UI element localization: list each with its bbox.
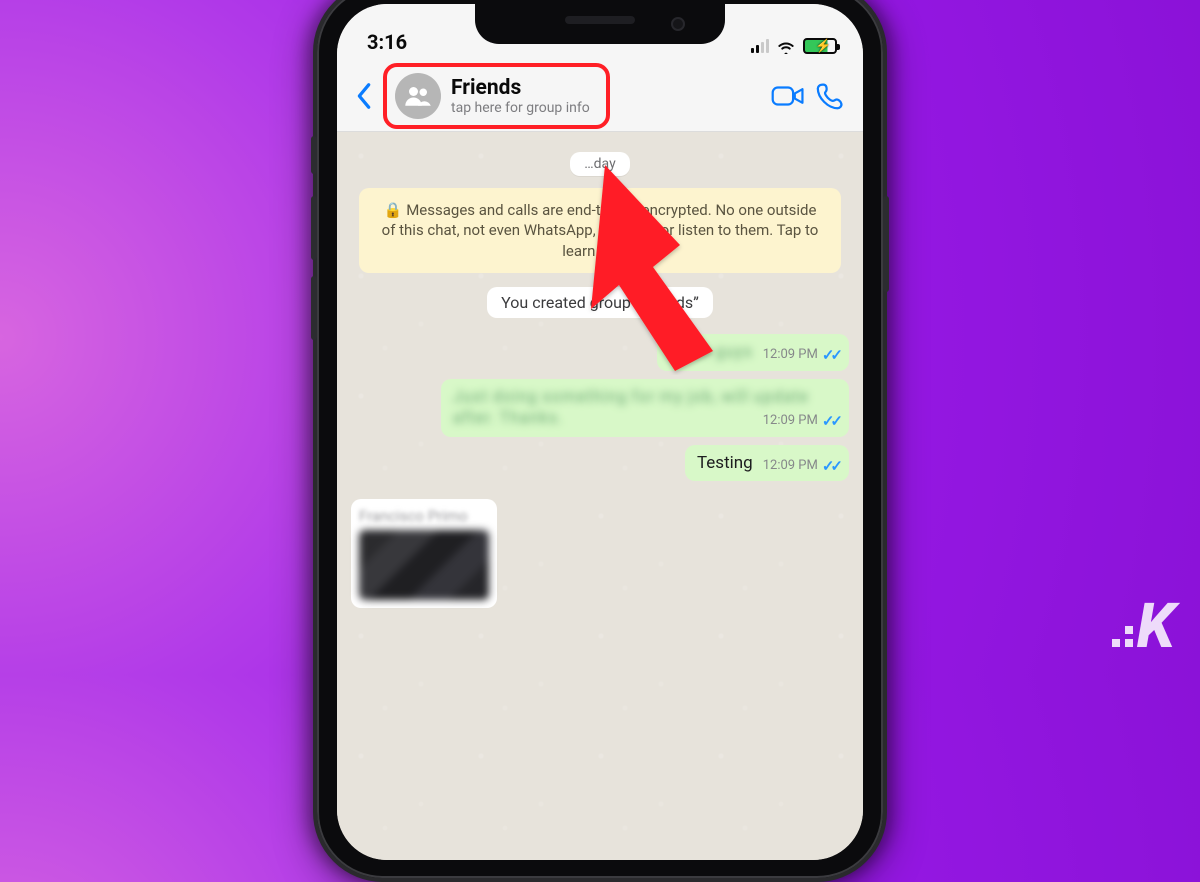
group-subtitle: tap here for group info xyxy=(451,100,590,116)
phone-mockup: 3:16 ⚡ xyxy=(313,0,887,882)
status-time: 3:16 xyxy=(367,30,407,54)
wifi-icon xyxy=(776,38,796,54)
message-row[interactable]: Just doing something for my job, will up… xyxy=(351,379,849,437)
sender-name: Francisco Primo xyxy=(359,507,489,526)
group-avatar-icon xyxy=(395,73,441,119)
voice-call-button[interactable] xyxy=(809,75,851,117)
screen: 3:16 ⚡ xyxy=(337,4,863,860)
notch xyxy=(475,4,725,44)
read-ticks-icon: ✓✓ xyxy=(822,346,839,365)
watermark-logo: K xyxy=(1112,590,1172,663)
message-row[interactable]: Testing 12:09 PM ✓✓ xyxy=(351,445,849,482)
message-time: 12:09 PM xyxy=(763,413,818,429)
group-title-block[interactable]: Friends tap here for group info xyxy=(383,63,610,129)
side-button xyxy=(883,196,889,292)
lock-icon: 🔒 xyxy=(384,201,403,219)
cellular-icon xyxy=(751,39,769,53)
message-text: Testing xyxy=(697,453,753,473)
battery-icon: ⚡ xyxy=(803,38,837,54)
group-title: Friends xyxy=(451,76,590,100)
side-button xyxy=(311,276,317,340)
chat-header: Friends tap here for group info xyxy=(337,60,863,132)
read-ticks-icon: ✓✓ xyxy=(822,457,839,476)
back-button[interactable] xyxy=(351,81,377,111)
message-row[interactable]: Francisco Primo xyxy=(351,499,849,608)
message-time: 12:09 PM xyxy=(763,458,818,474)
image-attachment[interactable] xyxy=(359,530,489,600)
read-ticks-icon: ✓✓ xyxy=(822,412,839,431)
side-button xyxy=(311,136,317,174)
highlight-arrow-icon xyxy=(545,155,775,375)
video-call-button[interactable] xyxy=(767,75,809,117)
side-button xyxy=(311,196,317,260)
message-text: Just doing something for my job, will up… xyxy=(453,387,809,428)
